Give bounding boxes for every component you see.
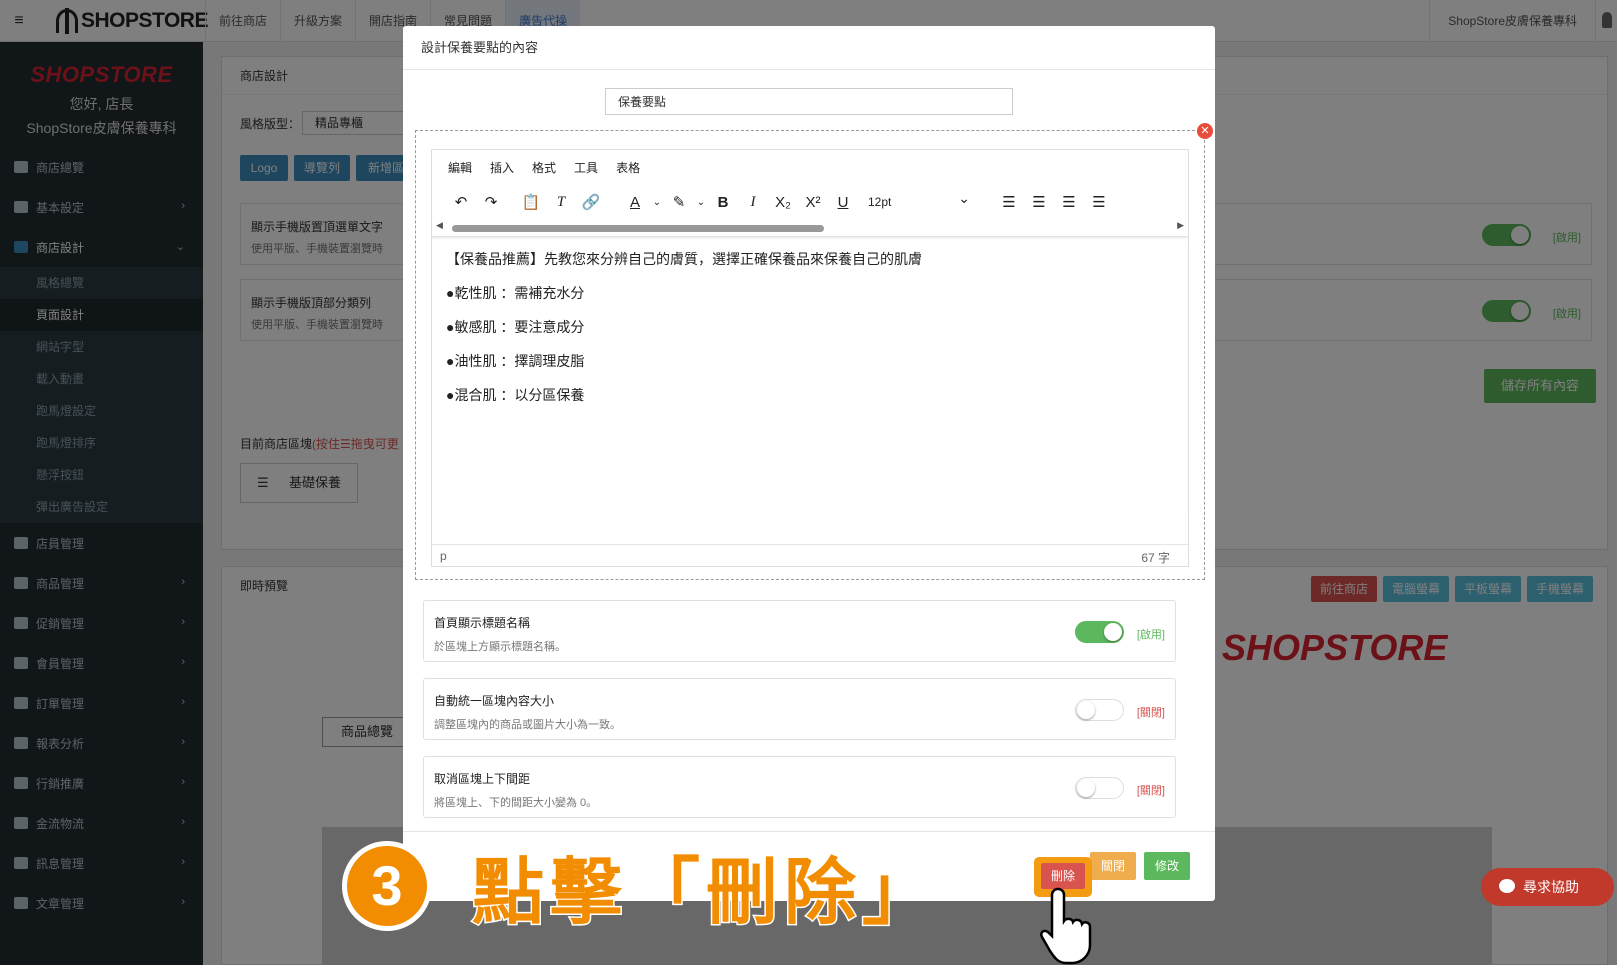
- paste-icon[interactable]: 📋: [516, 193, 546, 211]
- redo-icon[interactable]: ↷: [476, 193, 506, 211]
- align-center-icon[interactable]: ☰: [1024, 193, 1054, 211]
- step-instruction: 點擊「刪除」: [470, 852, 941, 935]
- content-line: 【保養品推薦】先教您來分辨自己的膚質，選擇正確保養品來保養自己的肌膚: [446, 251, 922, 267]
- menu-tools[interactable]: 工具: [574, 159, 598, 176]
- undo-icon[interactable]: ↶: [446, 193, 476, 211]
- content-line: ●乾性肌 ：需補充水分: [446, 285, 585, 301]
- italic-icon[interactable]: I: [738, 194, 768, 211]
- help-button[interactable]: 尋求協助: [1481, 868, 1614, 906]
- menu-insert[interactable]: 插入: [490, 159, 514, 176]
- editor-container: ✕ 編輯 插入 格式 工具 表格 ↶ ↷ 📋 T 🔗 A ⌄ ✎ ⌄ B I X…: [415, 123, 1213, 580]
- menu-table[interactable]: 表格: [616, 159, 640, 176]
- editor-statusbar: p 67 字: [432, 544, 1188, 566]
- scroll-left-icon[interactable]: ◀: [436, 220, 443, 231]
- editor-content[interactable]: 【保養品推薦】先教您來分辨自己的膚質，選擇正確保養品來保養自己的肌膚 ●乾性肌 …: [432, 236, 1188, 516]
- word-count: 67 字: [1141, 551, 1170, 565]
- content-line: ●敏感肌 ：要注意成分: [446, 319, 585, 335]
- link-icon[interactable]: 🔗: [576, 193, 606, 211]
- chevron-down-icon[interactable]: ⌄: [650, 197, 664, 208]
- scroll-right-icon[interactable]: ▶: [1177, 220, 1184, 231]
- close-icon[interactable]: ✕: [1197, 123, 1213, 139]
- clear-format-icon[interactable]: T: [546, 194, 576, 211]
- toolbar-scrollbar[interactable]: ◀ ▶: [432, 220, 1188, 236]
- underline-icon[interactable]: U: [828, 194, 858, 211]
- editor-toolbar: ↶ ↷ 📋 T 🔗 A ⌄ ✎ ⌄ B I X₂ X² U 12pt ☰ ☰ ☰…: [432, 184, 1188, 220]
- pointer-hand-icon: [1040, 887, 1092, 965]
- scrollbar-thumb[interactable]: [452, 225, 824, 232]
- text-color-icon[interactable]: A: [620, 194, 650, 211]
- toggle-remove-spacing[interactable]: [1075, 777, 1124, 799]
- superscript-icon[interactable]: X²: [798, 194, 828, 211]
- modify-button[interactable]: 修改: [1144, 852, 1190, 880]
- highlight-color-icon[interactable]: ✎: [664, 193, 694, 211]
- toggle-show-title[interactable]: [1075, 621, 1124, 643]
- content-line: ●混合肌 ：以分區保養: [446, 387, 585, 403]
- step-callout: 3 點擊「刪除」: [342, 833, 940, 938]
- close-button[interactable]: 關閉: [1090, 852, 1136, 880]
- subscript-icon[interactable]: X₂: [768, 194, 798, 211]
- align-right-icon[interactable]: ☰: [1054, 193, 1084, 211]
- setting-show-title: 首頁顯示標題名稱 於區塊上方顯示標題名稱。 [啟用]: [423, 600, 1176, 662]
- menu-edit[interactable]: 編輯: [448, 159, 472, 176]
- bold-icon[interactable]: B: [708, 194, 738, 211]
- chevron-down-icon[interactable]: ⌄: [694, 197, 708, 208]
- content-modal: 設計保養要點的內容 ✕ 編輯 插入 格式 工具 表格 ↶ ↷ 📋 T 🔗 A ⌄…: [403, 26, 1215, 901]
- menu-format[interactable]: 格式: [532, 159, 556, 176]
- setting-uniform-size: 自動統一區塊內容大小 調整區塊內的商品或圖片大小為一致。 [關閉]: [423, 678, 1176, 740]
- element-path[interactable]: p: [440, 549, 447, 563]
- align-left-icon[interactable]: ☰: [994, 193, 1024, 211]
- editor-menubar: 編輯 插入 格式 工具 表格: [432, 150, 1188, 184]
- setting-remove-spacing: 取消區塊上下間距 將區塊上、下的間距大小變為 0。 [關閉]: [423, 756, 1176, 818]
- rich-text-editor: 編輯 插入 格式 工具 表格 ↶ ↷ 📋 T 🔗 A ⌄ ✎ ⌄ B I X₂ …: [431, 149, 1189, 567]
- modal-title: 設計保養要點的內容: [403, 26, 1215, 70]
- font-size-select[interactable]: 12pt: [862, 186, 974, 214]
- block-title-input[interactable]: [605, 88, 1013, 115]
- toggle-uniform-size[interactable]: [1075, 699, 1124, 721]
- align-justify-icon[interactable]: ☰: [1084, 193, 1114, 211]
- content-line: ●油性肌 ：擇調理皮脂: [446, 353, 585, 369]
- step-number: 3: [342, 840, 432, 931]
